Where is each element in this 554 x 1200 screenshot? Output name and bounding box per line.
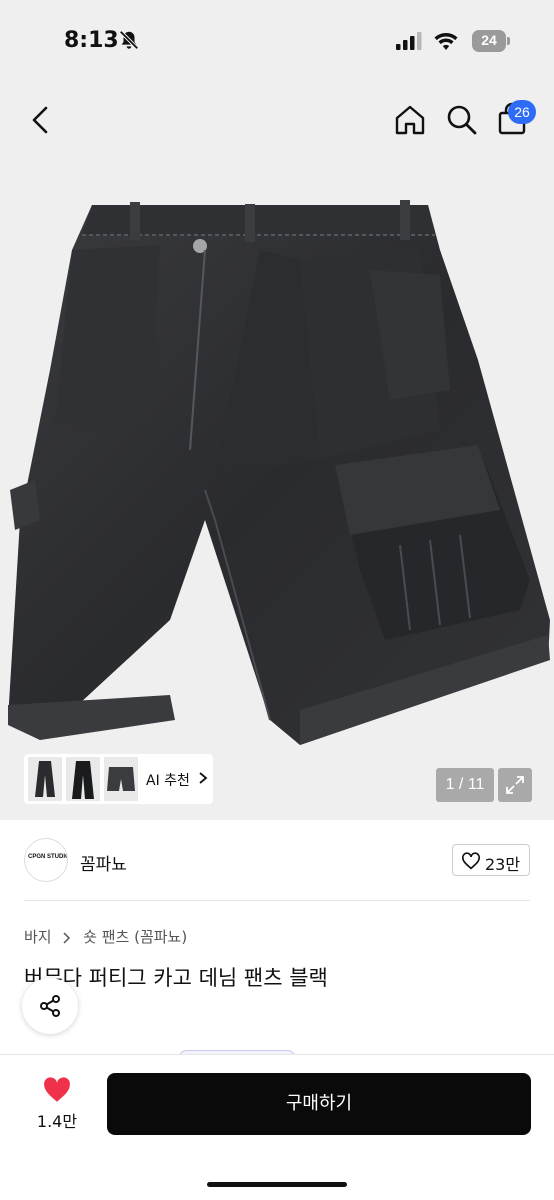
divider — [24, 900, 530, 901]
ai-recommend-label[interactable]: AI 추천 — [146, 770, 190, 790]
battery-level: 24 — [481, 32, 497, 48]
signal-icon — [396, 32, 422, 50]
buy-button[interactable]: 구매하기 — [107, 1073, 531, 1135]
recommend-thumbnail[interactable] — [28, 757, 62, 801]
recommend-thumbnail[interactable] — [104, 757, 138, 801]
seller-name[interactable]: 꼼파뇨 — [80, 850, 127, 875]
breadcrumb: 바지 숏 팬츠 (꼼파뇨) — [24, 926, 187, 947]
breadcrumb-item[interactable]: 숏 팬츠 (꼼파뇨) — [83, 928, 187, 946]
ai-recommend-strip[interactable]: AI 추천 — [24, 754, 213, 804]
status-time: 8:13 — [64, 28, 119, 53]
seller-like-button[interactable]: 23만 — [452, 844, 530, 876]
home-indicator — [207, 1182, 347, 1187]
image-counter: 1 / 11 — [436, 768, 494, 802]
share-button[interactable] — [22, 978, 78, 1034]
wifi-icon — [434, 33, 458, 50]
seller-like-count: 23만 — [485, 855, 521, 874]
home-icon[interactable] — [390, 100, 430, 140]
heart-filled-icon[interactable] — [42, 1076, 72, 1103]
recommend-thumbnail[interactable] — [66, 757, 100, 801]
back-icon[interactable] — [20, 100, 60, 140]
bell-off-icon — [119, 30, 139, 50]
chevron-right-icon — [63, 931, 71, 944]
seller-logo[interactable]: CPGN STUDIO — [24, 838, 68, 882]
cart-count-badge: 26 — [508, 100, 536, 124]
share-icon — [40, 995, 60, 1017]
like-count: 1.4만 — [36, 1112, 78, 1131]
expand-button[interactable] — [498, 768, 532, 802]
expand-icon — [506, 776, 524, 794]
status-bar: 8:13 24 — [0, 0, 554, 80]
search-icon[interactable] — [442, 100, 482, 140]
battery-icon: 24 — [472, 30, 510, 52]
breadcrumb-item[interactable]: 바지 — [24, 928, 52, 946]
chevron-right-icon — [199, 772, 208, 784]
product-image[interactable] — [0, 190, 554, 750]
seller-logo-text: CPGN STUDIO — [28, 854, 68, 860]
heart-outline-icon — [462, 852, 480, 870]
